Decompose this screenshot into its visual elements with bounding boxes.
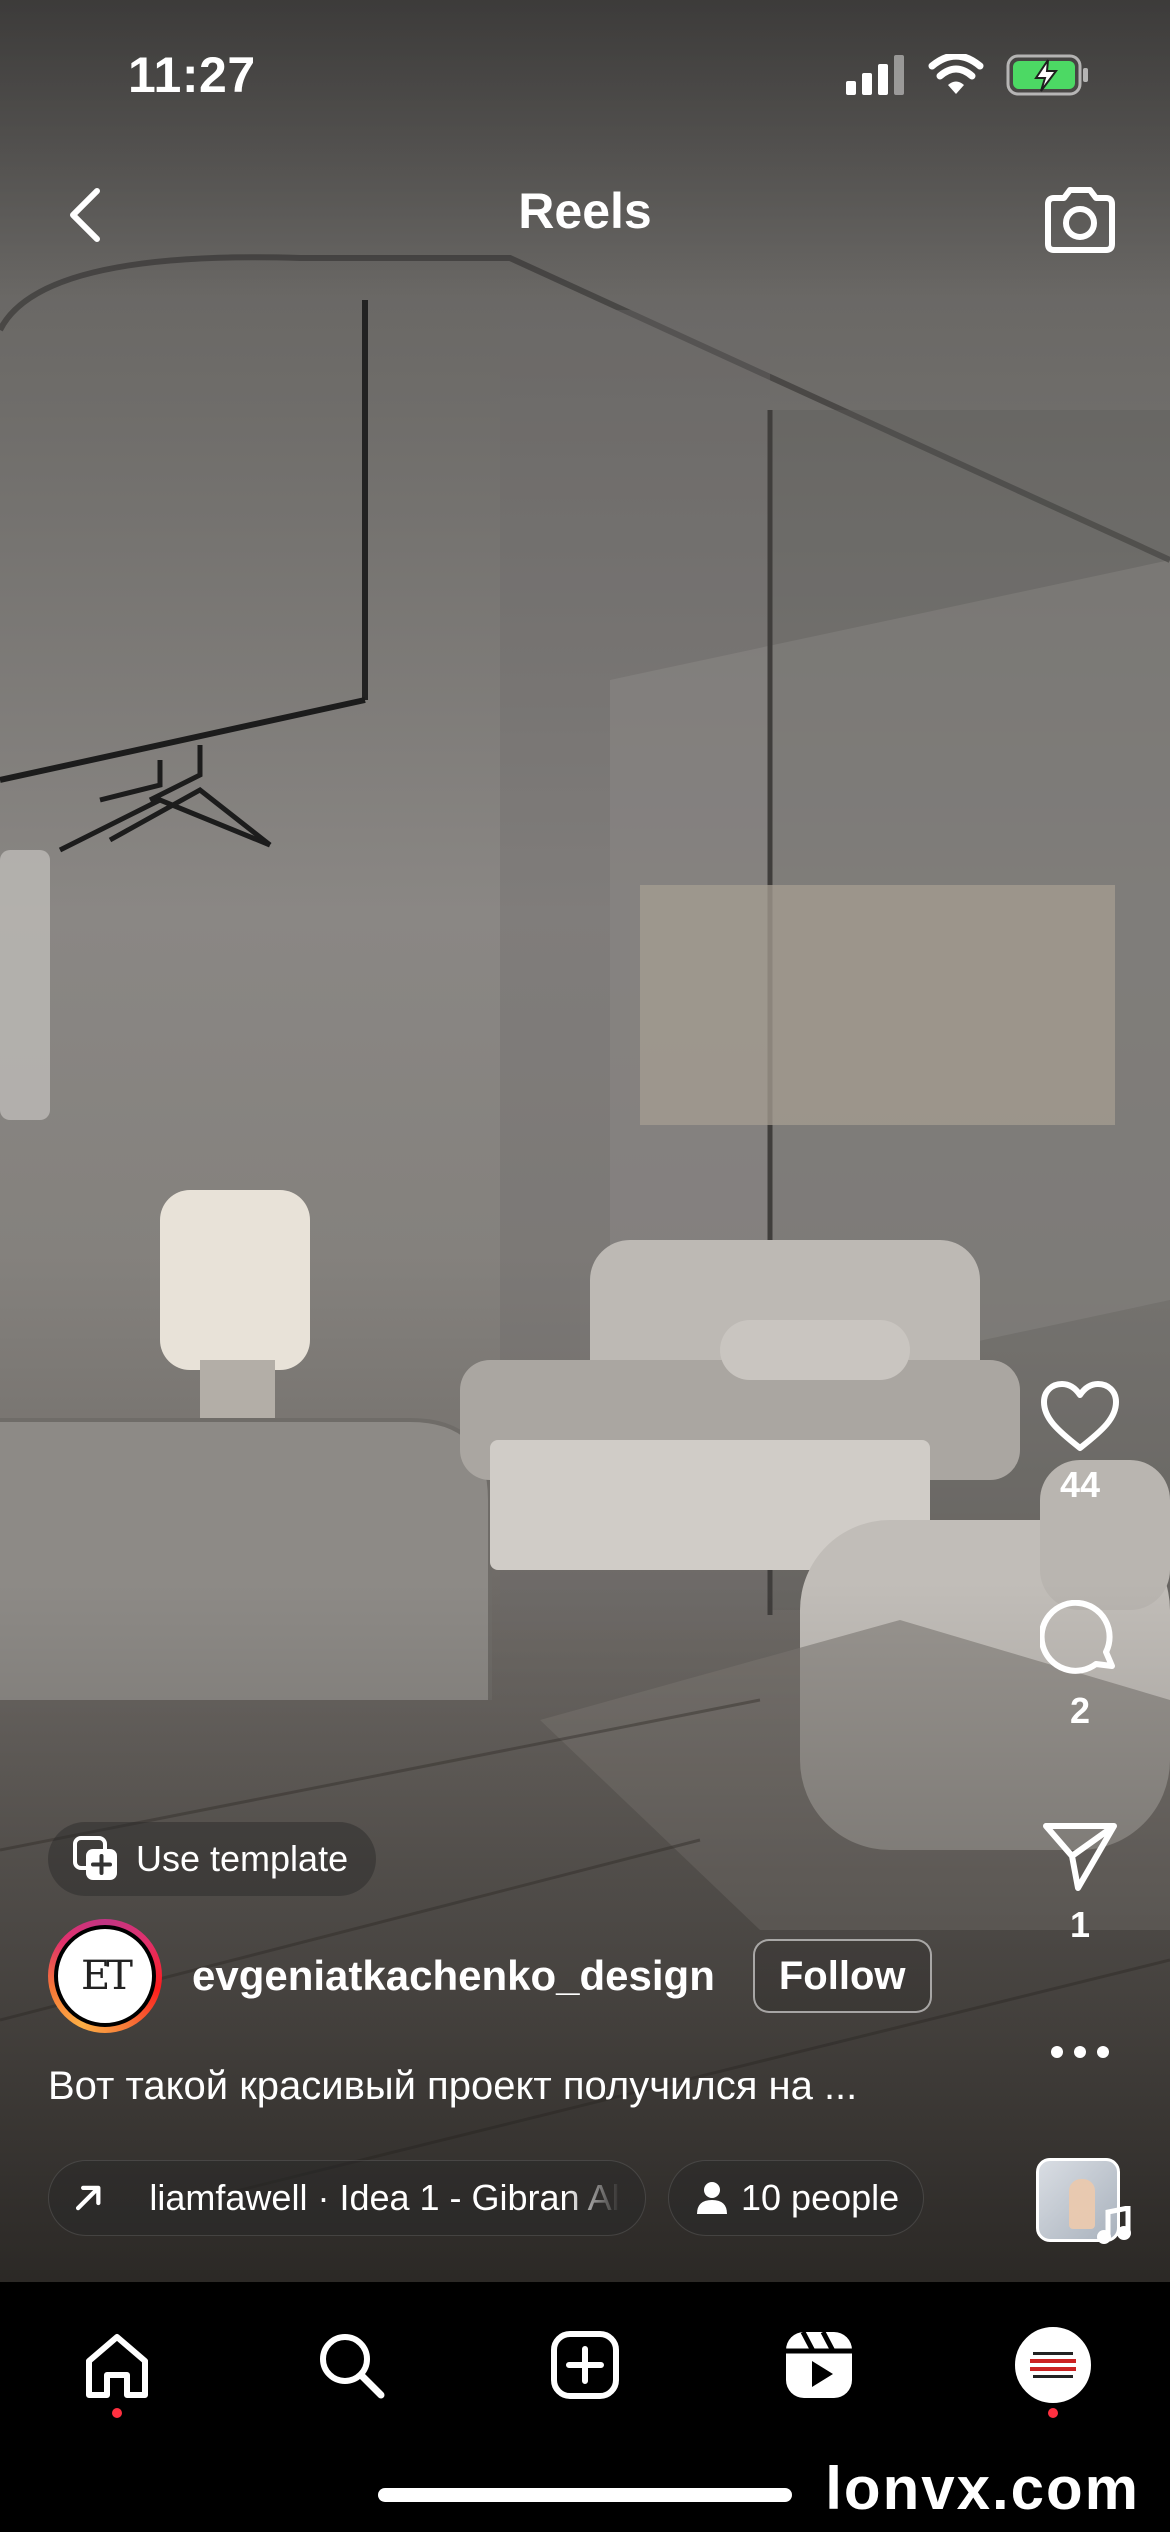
status-icons: [846, 54, 1090, 96]
more-options-button[interactable]: [990, 2045, 1170, 2059]
status-time: 11:27: [128, 47, 256, 103]
follow-button[interactable]: Follow: [752, 1939, 932, 2013]
tab-create[interactable]: [540, 2320, 630, 2410]
battery-charging-icon: [1006, 54, 1088, 96]
arrow-up-right-icon: [75, 2185, 101, 2211]
comment-icon[interactable]: [1040, 1600, 1120, 1680]
camera-icon: [1045, 187, 1115, 253]
reels-icon: [786, 2330, 852, 2398]
audio-text: liamfawell · Idea 1 - Gibran Alcocer: [149, 2177, 621, 2218]
page-title: Reels: [518, 183, 652, 239]
author-username[interactable]: evgeniatkachenko_design: [192, 1952, 715, 2000]
cellular-signal-icon: [846, 55, 904, 95]
home-indicator[interactable]: [378, 2488, 792, 2502]
comment-count: 2: [1069, 1690, 1091, 1731]
search-icon: [320, 2334, 385, 2399]
person-icon: [697, 2182, 727, 2214]
profile-avatar: [1015, 2327, 1091, 2403]
comment-action: 2: [990, 1600, 1170, 1732]
tab-profile[interactable]: [1008, 2320, 1098, 2410]
home-icon: [86, 2334, 148, 2398]
tab-reels[interactable]: [774, 2320, 864, 2410]
caption-text[interactable]: Вот такой красивый проект получился на .…: [48, 2064, 968, 2109]
author-avatar[interactable]: ET: [48, 1919, 162, 2033]
template-icon: [73, 1836, 117, 1880]
home-notification-dot: [112, 2408, 122, 2418]
author-row: ET evgeniatkachenko_design Follow: [48, 1918, 932, 2034]
send-icon[interactable]: [1040, 1820, 1120, 1894]
tagged-people-label: 10 people: [741, 2177, 900, 2218]
music-note-icon: [1097, 2206, 1131, 2244]
tab-home[interactable]: [72, 2320, 162, 2410]
like-count: 44: [1059, 1464, 1101, 1505]
audio-chip[interactable]: liamfawell · Idea 1 - Gibran Alcocer: [48, 2160, 646, 2236]
heart-icon[interactable]: [1039, 1380, 1121, 1454]
profile-notification-dot: [1048, 2408, 1058, 2418]
add-square-icon: [551, 2331, 619, 2399]
like-action: 44: [990, 1380, 1170, 1506]
camera-button[interactable]: [1030, 170, 1130, 270]
more-horizontal-icon: [1051, 2046, 1109, 2058]
use-template-button[interactable]: Use template: [48, 1822, 377, 1896]
watermark: lonvx.com: [825, 2455, 1140, 2522]
share-action: 1: [990, 1820, 1170, 1946]
status-bar: 11:27: [0, 0, 1170, 150]
avatar-initials: ET: [54, 1925, 156, 2027]
use-template-label: Use template: [136, 1838, 349, 1879]
wifi-icon: [928, 54, 984, 94]
share-count: 1: [1069, 1904, 1091, 1945]
tagged-people-chip[interactable]: 10 people: [668, 2160, 925, 2236]
header: Reels: [0, 160, 1170, 270]
meta-chips: liamfawell · Idea 1 - Gibran Alcocer 10 …: [48, 2160, 925, 2236]
tab-search[interactable]: [306, 2320, 396, 2410]
